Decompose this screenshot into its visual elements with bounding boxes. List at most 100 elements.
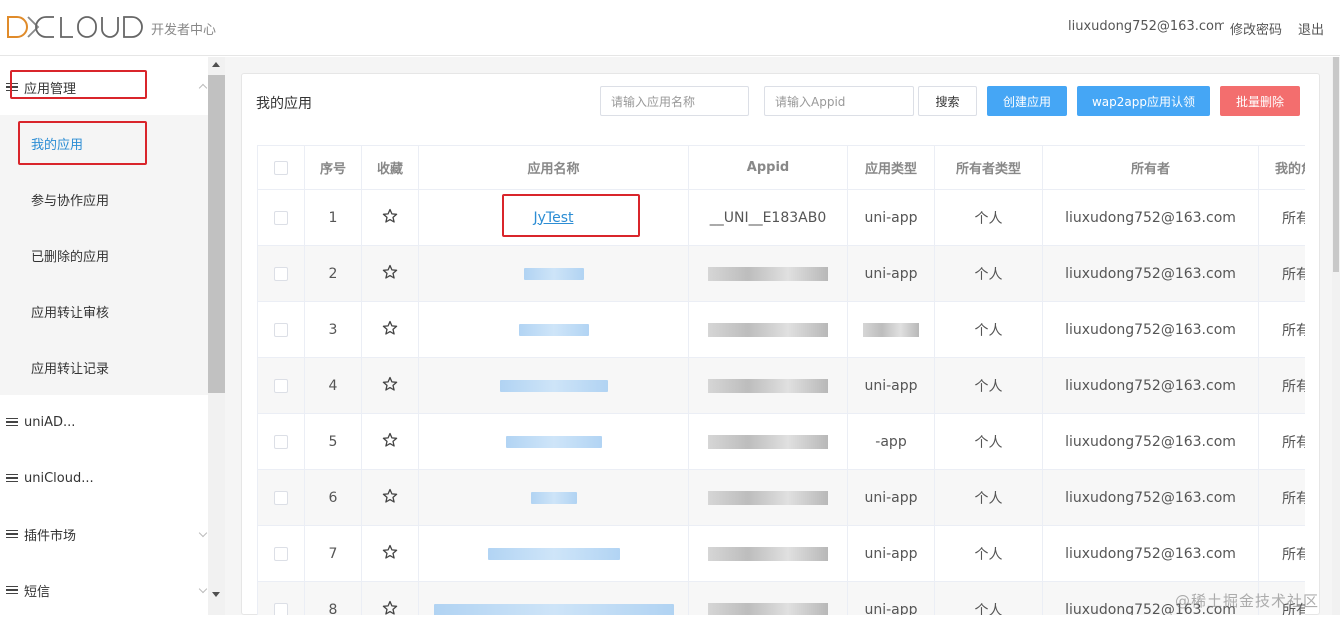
favorite-cell[interactable]: [362, 302, 419, 357]
sidebar-group-plugin-market[interactable]: 插件市场: [0, 506, 208, 562]
change-password-link[interactable]: 修改密码: [1230, 19, 1282, 38]
chevron-down-icon: [198, 584, 208, 594]
column-header-owner-type[interactable]: 所有者类型: [935, 146, 1043, 189]
sidebar-item-collab-apps[interactable]: 参与协作应用: [0, 171, 208, 227]
redacted-app-name[interactable]: [487, 547, 620, 560]
star-icon[interactable]: [382, 264, 398, 284]
star-icon[interactable]: [382, 432, 398, 452]
star-icon[interactable]: [382, 208, 398, 228]
row-checkbox[interactable]: [274, 546, 288, 561]
role-value: 所有者: [1282, 434, 1305, 451]
column-header-appid[interactable]: Appid: [689, 146, 848, 189]
sidebar-item-transfer-review[interactable]: 应用转让审核: [0, 283, 208, 339]
redacted-appid: [708, 266, 828, 281]
owner-type-cell: 个人: [935, 414, 1043, 469]
redacted-app-name[interactable]: [433, 603, 674, 615]
favorite-cell[interactable]: [362, 358, 419, 413]
page-scrollbar[interactable]: [1332, 57, 1340, 615]
app-name-cell: [419, 302, 689, 357]
sidebar-item-my-apps[interactable]: 我的应用: [0, 115, 208, 171]
wap2app-claim-button[interactable]: wap2app应用认领: [1077, 86, 1210, 116]
appid-cell: [689, 414, 848, 469]
star-icon[interactable]: [382, 600, 398, 616]
star-icon[interactable]: [382, 544, 398, 564]
column-header-app-name[interactable]: 应用名称: [419, 146, 689, 189]
row-checkbox[interactable]: [274, 322, 288, 337]
sidebar-item-deleted-apps[interactable]: 已删除的应用: [0, 227, 208, 283]
scroll-down-arrow-icon[interactable]: [212, 592, 220, 597]
app-type-cell: uni-app: [848, 358, 935, 413]
redacted-appid: [708, 490, 828, 505]
sidebar-group-uniad[interactable]: uniAD...: [0, 394, 208, 450]
column-header-role[interactable]: 我的角色: [1259, 146, 1305, 189]
favorite-cell[interactable]: [362, 414, 419, 469]
star-icon[interactable]: [382, 376, 398, 396]
create-app-button[interactable]: 创建应用: [987, 86, 1067, 116]
redacted-app-name[interactable]: [530, 491, 577, 504]
favorite-cell[interactable]: [362, 526, 419, 581]
sidebar-scrollbar[interactable]: [208, 57, 225, 615]
app-name-cell: [419, 470, 689, 525]
column-header-favorite[interactable]: 收藏: [362, 146, 419, 189]
role-value: 所有者: [1282, 378, 1305, 395]
row-checkbox[interactable]: [274, 434, 288, 449]
sidebar-group-sms[interactable]: 短信: [0, 562, 208, 618]
redacted-appid: [708, 602, 828, 615]
table-row: 2 uni-app 个人 liuxudong752@163.com 所有者: [258, 246, 1305, 302]
search-button[interactable]: 搜索: [918, 86, 977, 116]
appid-cell: [689, 470, 848, 525]
favorite-cell[interactable]: [362, 246, 419, 301]
scroll-up-arrow-icon[interactable]: [212, 62, 220, 67]
owner-value: liuxudong752@163.com: [1065, 265, 1236, 282]
role-cell: 所有者: [1259, 414, 1305, 469]
user-account[interactable]: liuxudong752@163.com: [1064, 19, 1224, 34]
page-title: 我的应用: [256, 96, 312, 112]
row-checkbox[interactable]: [274, 602, 288, 615]
appid-cell: [689, 582, 848, 615]
app-name-cell: [419, 246, 689, 301]
chevron-up-icon: [198, 83, 208, 93]
row-checkbox[interactable]: [274, 378, 288, 393]
redacted-app-type: [863, 322, 919, 337]
star-icon[interactable]: [382, 488, 398, 508]
column-header-app-type[interactable]: 应用类型: [848, 146, 935, 189]
redacted-app-name[interactable]: [523, 267, 584, 280]
list-icon: [6, 529, 18, 539]
app-name-search-input[interactable]: 请输入应用名称: [600, 86, 749, 116]
app-type-cell: -app: [848, 414, 935, 469]
row-select-cell: [258, 526, 305, 581]
row-checkbox[interactable]: [274, 490, 288, 505]
batch-delete-button[interactable]: 批量删除: [1220, 86, 1300, 116]
column-header-index[interactable]: 序号: [305, 146, 362, 189]
app-name-cell: JyTest: [419, 190, 689, 245]
dcloud-logo[interactable]: [6, 14, 148, 40]
page-scrollbar-thumb[interactable]: [1333, 57, 1339, 272]
row-checkbox[interactable]: [274, 266, 288, 281]
table-row: 5 -app 个人 liuxudong752@163.com 所有者: [258, 414, 1305, 470]
owner-cell: liuxudong752@163.com: [1043, 470, 1259, 525]
favorite-cell[interactable]: [362, 190, 419, 245]
sidebar-group-app-management[interactable]: 应用管理: [0, 59, 208, 115]
favorite-cell[interactable]: [362, 582, 419, 615]
sidebar-item-transfer-records[interactable]: 应用转让记录: [0, 339, 208, 395]
table-row: 6 uni-app 个人 liuxudong752@163.com 所有者: [258, 470, 1305, 526]
role-value: 所有者: [1282, 490, 1305, 507]
redacted-app-name[interactable]: [499, 379, 608, 392]
row-select-cell: [258, 470, 305, 525]
role-cell: 所有者: [1259, 526, 1305, 581]
star-icon[interactable]: [382, 320, 398, 340]
row-checkbox[interactable]: [274, 210, 288, 225]
logout-link[interactable]: 退出: [1298, 19, 1324, 38]
select-all-checkbox[interactable]: [274, 160, 288, 175]
row-index: 7: [305, 526, 362, 581]
favorite-cell[interactable]: [362, 470, 419, 525]
column-header-owner[interactable]: 所有者: [1043, 146, 1259, 189]
row-select-cell: [258, 190, 305, 245]
app-type-value: uni-app: [864, 209, 918, 226]
sidebar-group-unicloud[interactable]: uniCloud...: [0, 450, 208, 506]
redacted-app-name[interactable]: [518, 323, 589, 336]
appid-search-input[interactable]: 请输入Appid: [764, 86, 914, 116]
app-name-link[interactable]: JyTest: [534, 210, 574, 226]
redacted-app-name[interactable]: [505, 435, 602, 448]
scrollbar-thumb[interactable]: [208, 75, 225, 393]
